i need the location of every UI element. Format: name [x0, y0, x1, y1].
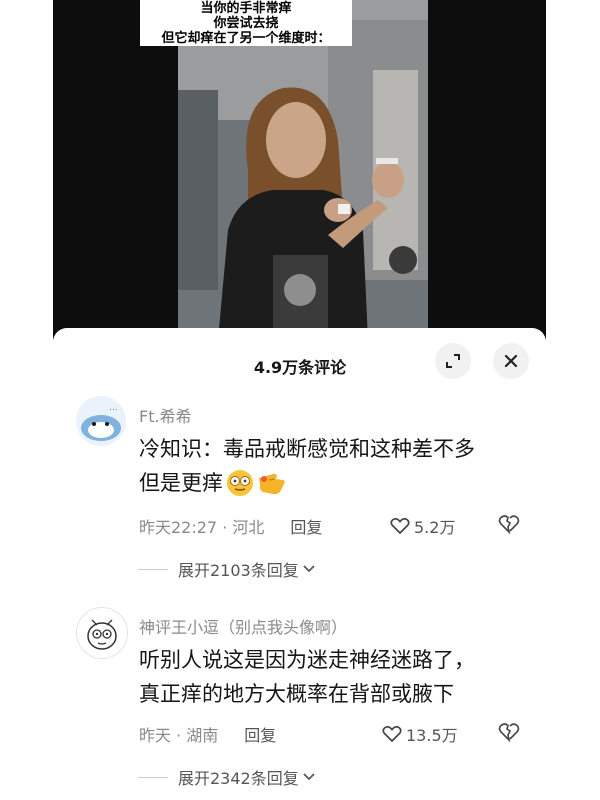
video-scene	[178, 0, 428, 340]
avatar-image	[77, 608, 127, 658]
chevron-down-icon	[303, 773, 315, 781]
comment-text-line-content: 但是更痒	[139, 471, 223, 495]
expand-replies-label: 展开2342条回复	[178, 769, 299, 788]
comment-text: 听别人说这是因为迷走神经迷路了， 真正痒的地方大概率在背部或腋下	[139, 643, 559, 711]
pointing-hand-emoji	[259, 473, 285, 495]
comment-meta: 昨天 · 湖南 回复	[139, 722, 276, 746]
broken-heart-icon	[498, 723, 520, 743]
divider-line	[138, 776, 168, 778]
divider-line	[138, 568, 168, 570]
caption-line: 你尝试去挠	[213, 16, 279, 31]
like-button[interactable]: 13.5万	[382, 722, 458, 746]
svg-text:…: …	[109, 403, 118, 413]
like-count: 13.5万	[406, 726, 458, 745]
heart-icon	[390, 517, 410, 535]
avatar[interactable]: …	[76, 396, 126, 446]
comment-text-line: 冷知识：毒品戒断感觉和这种差不多	[139, 437, 475, 461]
dislike-button[interactable]	[498, 514, 520, 538]
comment-text: 冷知识：毒品戒断感觉和这种差不多 但是更痒	[139, 432, 559, 500]
dislike-button[interactable]	[498, 722, 520, 746]
expand-replies-button[interactable]: 展开2103条回复	[138, 557, 316, 581]
comment-time-location: 昨天22:27 · 河北	[139, 518, 265, 537]
comment-time-location: 昨天 · 湖南	[139, 726, 219, 745]
expand-replies-label: 展开2103条回复	[178, 561, 299, 580]
comment-meta: 昨天22:27 · 河北 回复	[139, 514, 322, 538]
like-button[interactable]: 5.2万	[390, 514, 455, 538]
expand-replies-button[interactable]: 展开2342条回复	[138, 765, 316, 789]
video-caption: 当你的手非常痒 你尝试去挠 但它却痒在了另一个维度时：	[140, 0, 352, 46]
like-count: 5.2万	[414, 518, 456, 537]
comment-text-line: 但是更痒	[139, 466, 559, 500]
reply-button[interactable]: 回复	[290, 514, 322, 538]
comment-username[interactable]: 神评王小逗（别点我头像啊）	[139, 614, 347, 638]
comment-text-line: 听别人说这是因为迷走神经迷路了，	[139, 648, 475, 672]
caption-line: 但它却痒在了另一个维度时：	[161, 31, 331, 46]
reply-button[interactable]: 回复	[244, 722, 276, 746]
video-frame	[53, 0, 546, 340]
broken-heart-icon	[498, 515, 520, 535]
comment-text-line: 真正痒的地方大概率在背部或腋下	[139, 682, 454, 706]
comment-username[interactable]: Ft.希希	[139, 403, 192, 427]
avatar-image: …	[76, 396, 126, 446]
video-player[interactable]: 当你的手非常痒 你尝试去挠 但它却痒在了另一个维度时：	[0, 0, 600, 340]
dazed-face-emoji	[227, 470, 253, 496]
chevron-down-icon	[303, 565, 315, 573]
expand-icon	[446, 354, 460, 368]
close-button[interactable]	[493, 343, 529, 379]
avatar[interactable]	[76, 607, 128, 659]
caption-line: 当你的手非常痒	[200, 1, 292, 16]
expand-button[interactable]	[435, 343, 471, 379]
heart-icon	[382, 725, 402, 743]
close-icon	[504, 354, 518, 368]
